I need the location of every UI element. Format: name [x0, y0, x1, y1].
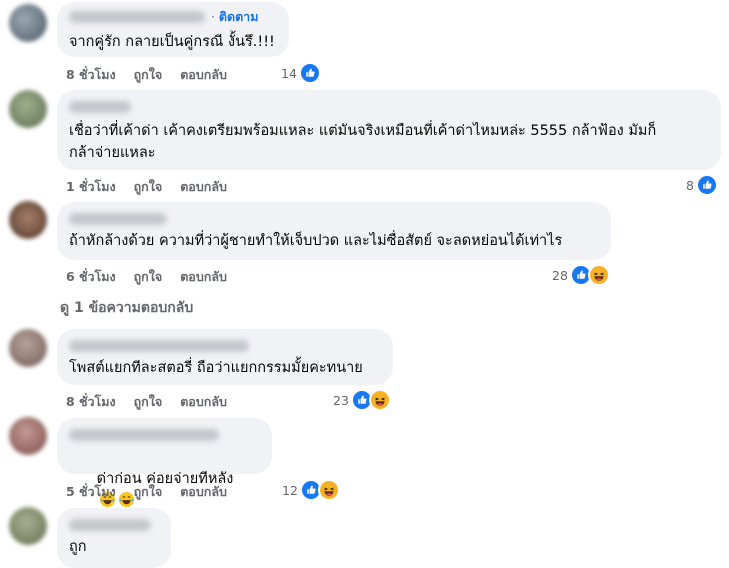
view-replies-link[interactable]: ดู 1 ข้อความตอบกลับ	[60, 297, 193, 319]
reaction-count: 14	[281, 65, 297, 81]
comment-actions: 8 ชั่วโมง ถูกใจ ตอบกลับ	[66, 65, 245, 85]
thumbs-up-icon	[695, 174, 718, 196]
laughing-face-icon	[587, 264, 610, 286]
comment-bubble: เชื่อว่าที่เค้าด่า เค้าคงเตรียมพร้อมแหละ…	[57, 90, 721, 170]
comment-timestamp[interactable]: 8 ชั่วโมง	[66, 392, 116, 412]
reaction-count: 8	[686, 177, 694, 193]
like-link[interactable]: ถูกใจ	[134, 65, 163, 85]
like-link[interactable]: ถูกใจ	[134, 267, 163, 287]
reply-link[interactable]: ตอบกลับ	[180, 482, 227, 502]
reaction-count: 12	[282, 482, 298, 498]
like-link[interactable]: ถูกใจ	[134, 482, 163, 502]
avatar[interactable]	[9, 507, 47, 545]
comment-text: จากคู่รัก กลายเป็นคู่กรณี งั้นรึ.!!!	[69, 34, 275, 50]
author-row	[69, 210, 599, 228]
comment-text: ถ้าหักล้างด้วย ความที่ว่าผู้ชายทำให้เจ็บ…	[69, 233, 563, 249]
comment-text: โพสต์แยกทีละสตอรี่ ถือว่าแยกกรรมมั้ยคะทน…	[69, 360, 363, 376]
comment-bubble: โพสต์แยกทีละสตอรี่ ถือว่าแยกกรรมมั้ยคะทน…	[57, 329, 393, 385]
reaction-summary[interactable]: 23	[333, 389, 391, 411]
reaction-summary[interactable]: 14	[281, 62, 321, 84]
reaction-summary[interactable]: 28	[552, 264, 610, 286]
separator-dot: ·	[211, 10, 215, 24]
avatar[interactable]	[9, 90, 47, 128]
avatar[interactable]	[9, 329, 47, 367]
comment-bubble: ด่าก่อน ค่อยจ่ายทีหลัง	[57, 418, 272, 474]
follow-button[interactable]: ติดตาม	[219, 7, 259, 27]
author-name-redacted[interactable]	[69, 213, 167, 225]
thumbs-up-icon	[298, 62, 321, 84]
laughing-face-icon	[368, 389, 391, 411]
comment-actions: 6 ชั่วโมง ถูกใจ ตอบกลับ	[66, 267, 245, 287]
author-row	[69, 516, 159, 534]
reply-link[interactable]: ตอบกลับ	[180, 392, 227, 412]
like-link[interactable]: ถูกใจ	[134, 392, 163, 412]
author-row: · ติดตาม	[69, 8, 277, 26]
author-name-redacted[interactable]	[69, 340, 249, 352]
comment-timestamp[interactable]: 5 ชั่วโมง	[66, 482, 116, 502]
like-link[interactable]: ถูกใจ	[134, 177, 163, 197]
reaction-summary[interactable]: 8	[686, 174, 718, 196]
comment-bubble: · ติดตาม จากคู่รัก กลายเป็นคู่กรณี งั้นร…	[57, 2, 289, 57]
comment-timestamp[interactable]: 1 ชั่วโมง	[66, 177, 116, 197]
laughing-face-icon	[317, 479, 340, 501]
author-row	[69, 337, 381, 355]
author-name-redacted[interactable]	[69, 11, 205, 23]
comment-actions: 1 ชั่วโมง ถูกใจ ตอบกลับ	[66, 177, 245, 197]
comment-bubble: ถ้าหักล้างด้วย ความที่ว่าผู้ชายทำให้เจ็บ…	[57, 202, 611, 260]
comment-timestamp[interactable]: 8 ชั่วโมง	[66, 65, 116, 85]
reaction-count: 23	[333, 392, 349, 408]
author-row	[69, 98, 709, 116]
comment-bubble: ถูก	[57, 508, 171, 568]
comment-actions: 5 ชั่วโมง ถูกใจ ตอบกลับ	[66, 482, 245, 502]
author-name-redacted[interactable]	[69, 429, 219, 441]
reply-link[interactable]: ตอบกลับ	[180, 177, 227, 197]
avatar[interactable]	[9, 4, 47, 42]
reply-link[interactable]: ตอบกลับ	[180, 65, 227, 85]
comment-timestamp[interactable]: 6 ชั่วโมง	[66, 267, 116, 287]
comment-actions: 8 ชั่วโมง ถูกใจ ตอบกลับ	[66, 392, 245, 412]
author-name-redacted[interactable]	[69, 101, 131, 113]
comment-text: เชื่อว่าที่เค้าด่า เค้าคงเตรียมพร้อมแหละ…	[69, 123, 657, 161]
comment-text: ถูก	[69, 539, 87, 555]
author-name-redacted[interactable]	[69, 519, 151, 531]
reaction-summary[interactable]: 12	[282, 479, 340, 501]
reaction-count: 28	[552, 267, 568, 283]
reply-link[interactable]: ตอบกลับ	[180, 267, 227, 287]
avatar[interactable]	[9, 417, 47, 455]
avatar[interactable]	[9, 201, 47, 239]
author-row	[69, 426, 260, 444]
